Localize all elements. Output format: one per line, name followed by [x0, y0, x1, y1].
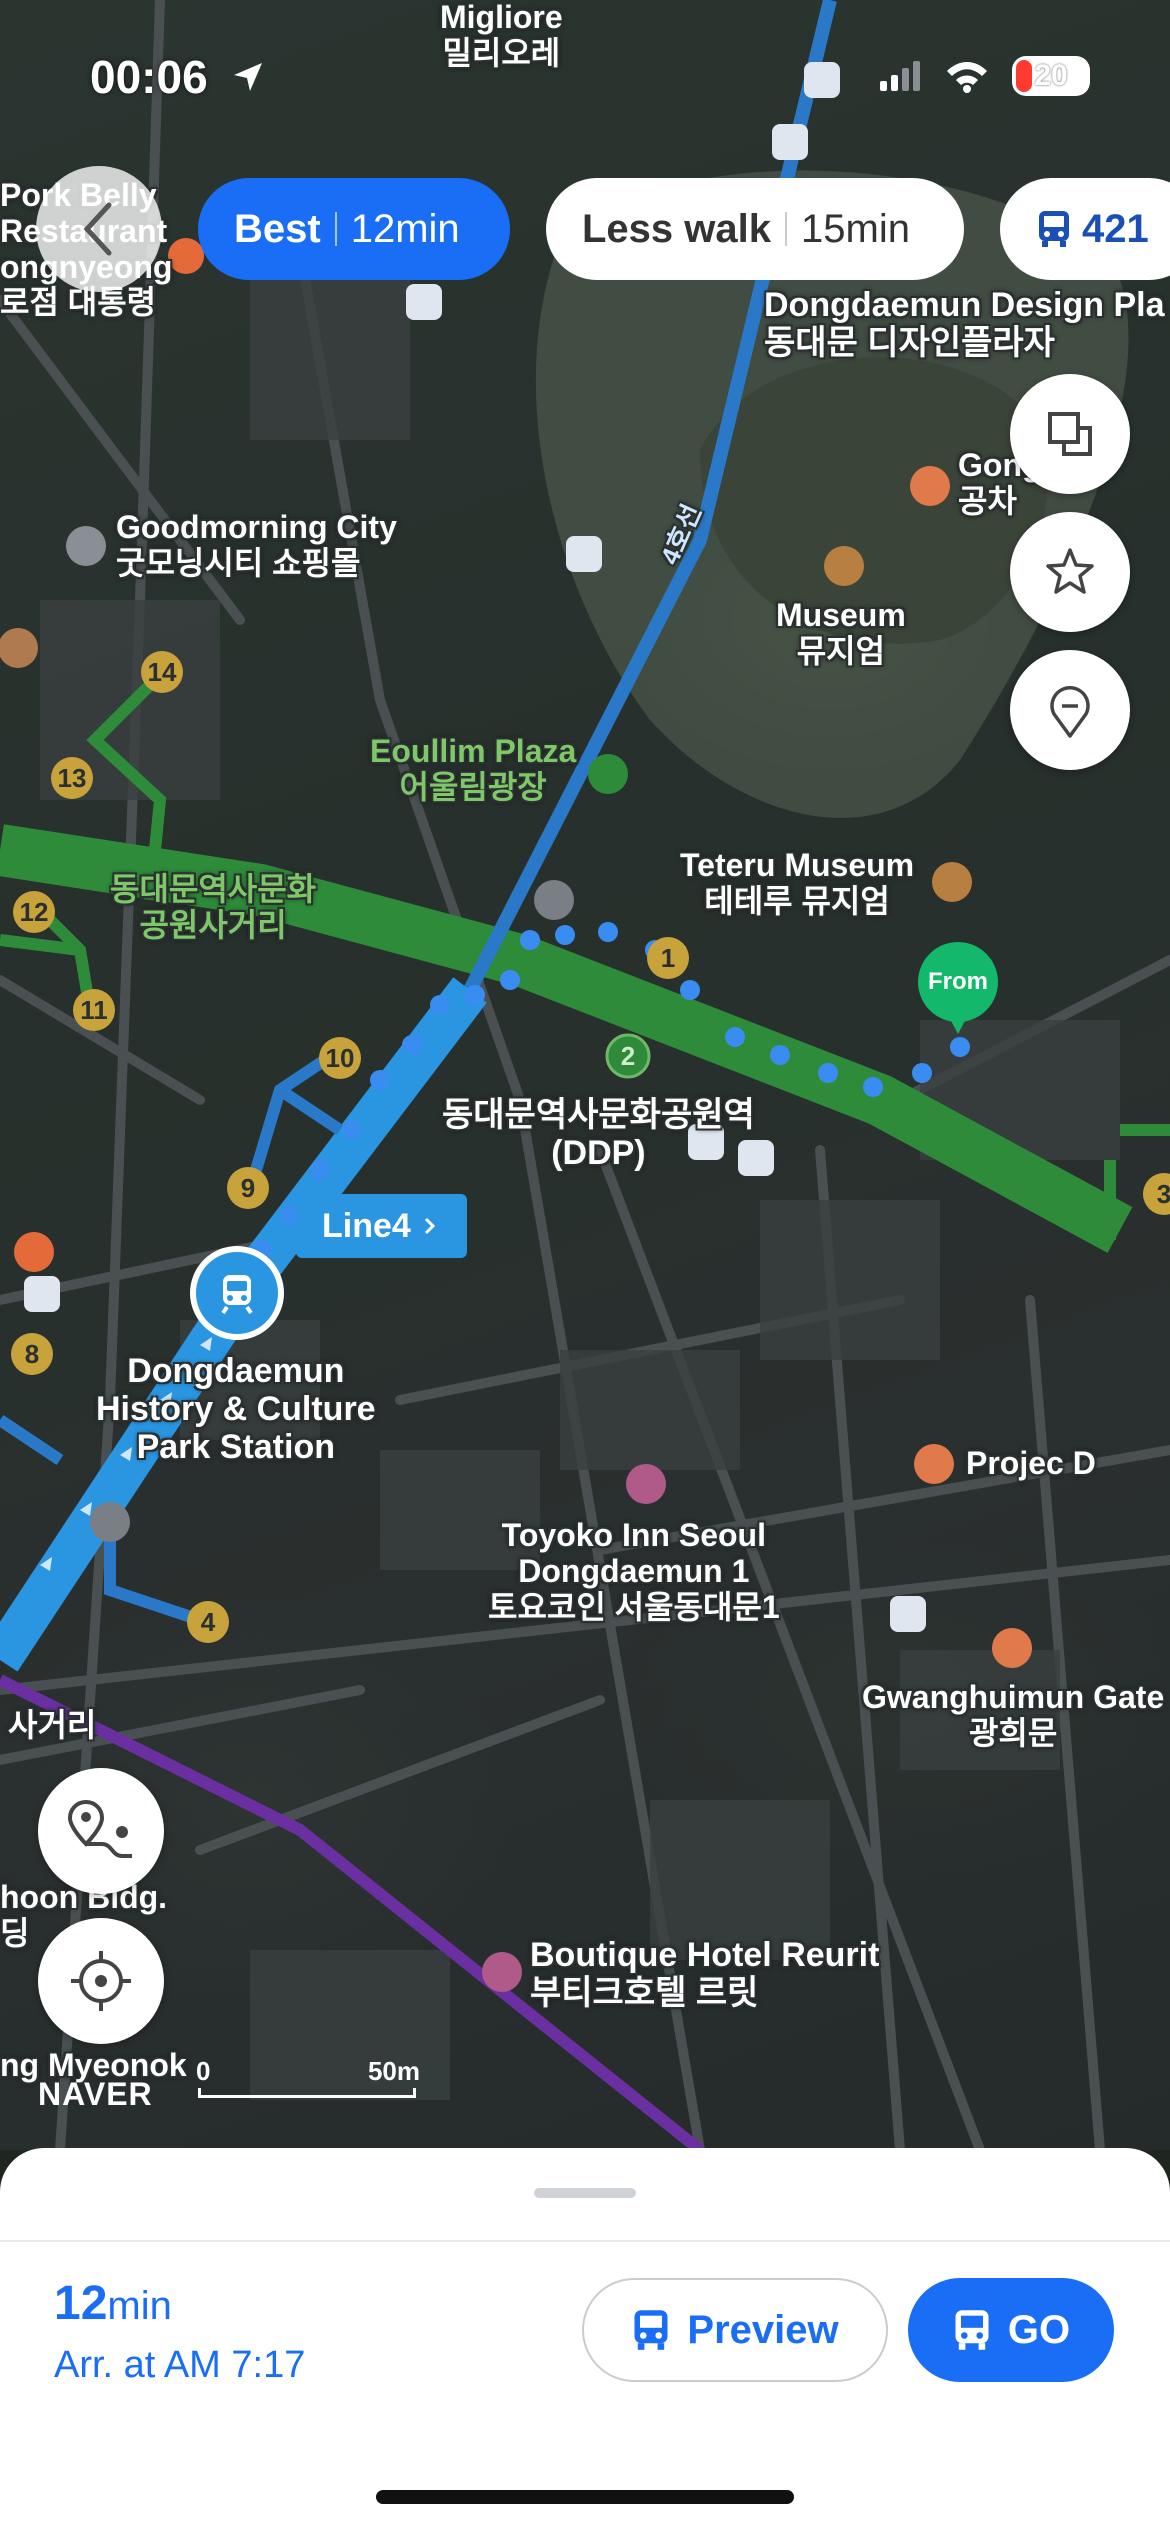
- from-pin[interactable]: From: [918, 942, 998, 1042]
- map-pin-icon: [1050, 686, 1090, 738]
- exit-badge: 13: [51, 757, 93, 799]
- exit-badge: 4: [187, 1601, 229, 1643]
- arrival-time: Arr. at AM 7:17: [54, 2344, 306, 2386]
- bottom-sheet[interactable]: 12min Arr. at AM 7:17 Preview GO: [0, 2148, 1170, 2532]
- svg-text:12: 12: [20, 897, 49, 927]
- star-icon: [1046, 548, 1094, 594]
- exit-badge: 9: [227, 1167, 269, 1209]
- bus-icon: [955, 2310, 989, 2350]
- layers-icon: [1048, 412, 1092, 456]
- route-option-best[interactable]: Best 12min: [198, 178, 510, 280]
- chevron-right-icon: [424, 1217, 435, 1235]
- layers-button[interactable]: [1010, 374, 1130, 494]
- svg-text:2: 2: [621, 1041, 635, 1071]
- map-scale: 0 50m: [196, 2056, 420, 2098]
- sheet-handle[interactable]: [534, 2188, 636, 2198]
- crosshair-icon: [71, 1951, 131, 2011]
- exit-badges: 14 13 12 11 10 9 8 4 1 2 3: [11, 651, 1170, 1643]
- svg-text:9: 9: [241, 1173, 255, 1203]
- my-location-button[interactable]: [38, 1918, 164, 2044]
- back-button[interactable]: [36, 166, 162, 292]
- exit-badge: 8: [11, 1333, 53, 1375]
- svg-text:10: 10: [326, 1043, 355, 1073]
- route-option-less-walk[interactable]: Less walk 15min: [546, 178, 964, 280]
- bus-icon: [634, 2310, 668, 2350]
- svg-text:4: 4: [201, 1607, 216, 1637]
- wifi-icon: [947, 62, 987, 93]
- train-icon: [221, 1275, 253, 1315]
- svg-text:14: 14: [148, 657, 177, 687]
- status-bar: 00:06 20: [0, 0, 1170, 150]
- svg-text:13: 13: [58, 763, 87, 793]
- place-pin-button[interactable]: [1010, 650, 1130, 770]
- route-duration: 12min: [54, 2277, 172, 2330]
- route-options-bar: Best 12min Less walk 15min 421: [0, 166, 1170, 292]
- preview-button[interactable]: Preview: [582, 2278, 888, 2382]
- exit-badge: 12: [13, 891, 55, 933]
- exit-badge: 10: [319, 1037, 361, 1079]
- svg-text:1: 1: [661, 943, 675, 973]
- location-arrow-icon: [234, 63, 263, 91]
- line4-tag[interactable]: Line4: [296, 1194, 467, 1258]
- svg-text:11: 11: [80, 995, 108, 1025]
- home-indicator[interactable]: [376, 2490, 794, 2504]
- exit-badge: 14: [141, 651, 183, 693]
- svg-text:8: 8: [25, 1339, 39, 1369]
- exit-badge: 11: [73, 989, 115, 1031]
- exit-badge: 1: [647, 937, 689, 979]
- exit-badge: 2: [605, 1033, 651, 1079]
- route-overview-button[interactable]: [38, 1768, 164, 1894]
- map-view[interactable]: Migliore 밀리오레 Pork Belly Restaurant ongn…: [0, 0, 1170, 2150]
- svg-text:3: 3: [1157, 1179, 1170, 1209]
- naver-logo: NAVER: [38, 2076, 153, 2112]
- favorite-button[interactable]: [1010, 512, 1130, 632]
- cellular-signal-icon: [880, 61, 920, 91]
- chevron-left-icon: [83, 202, 112, 256]
- go-button[interactable]: GO: [908, 2278, 1114, 2382]
- route-option-bus[interactable]: 421: [1000, 178, 1170, 280]
- bus-icon: [1039, 211, 1069, 247]
- exit-badge: 3: [1143, 1173, 1170, 1215]
- status-time: 00:06: [90, 50, 268, 104]
- route-icon: [67, 1799, 132, 1858]
- battery-icon: 20: [1012, 56, 1090, 96]
- subway-station-marker[interactable]: [190, 1246, 284, 1340]
